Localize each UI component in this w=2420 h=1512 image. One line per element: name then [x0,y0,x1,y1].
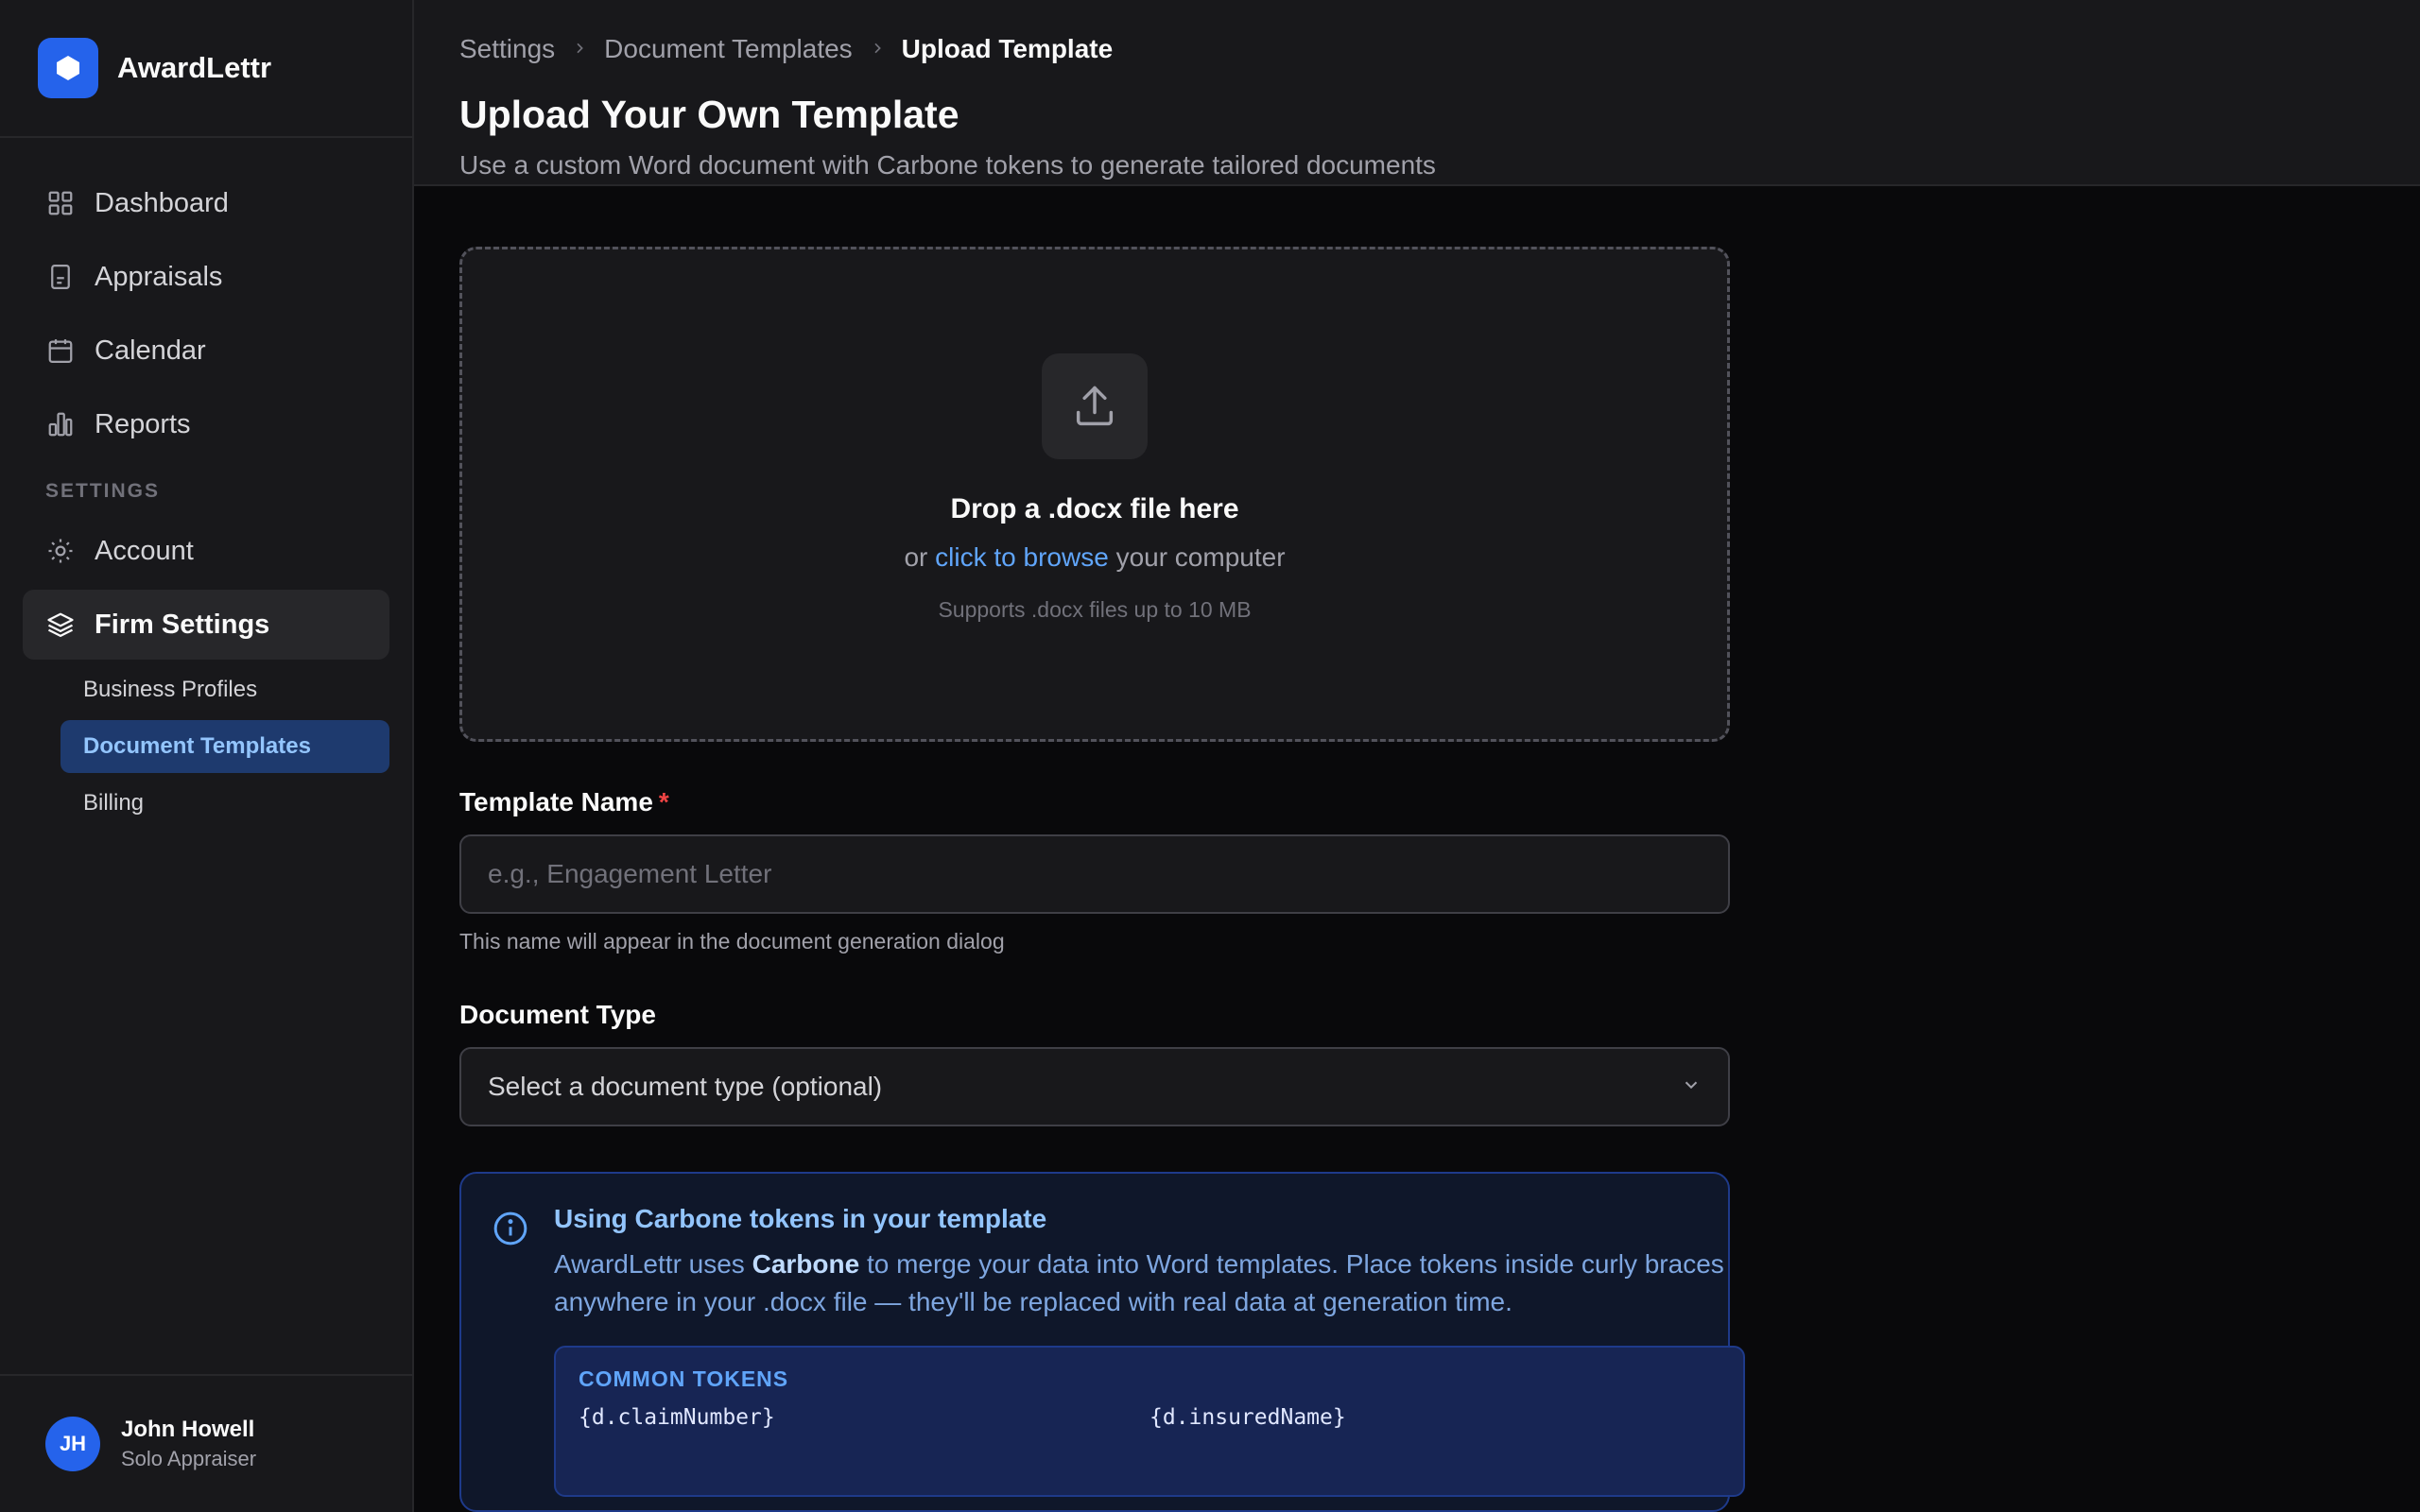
document-type-selected: Select a document type (optional) [488,1072,883,1101]
user-profile[interactable]: JH John Howell Solo Appraiser [0,1374,412,1512]
document-type-label: Document Type [459,1000,656,1029]
sidebar: AwardLettr Dashboard Appraisals Calendar [0,0,414,1512]
info-body: Using Carbone tokens in your template Aw… [554,1204,1745,1510]
info-text-bold: Carbone [752,1249,860,1279]
dropzone-note: Supports .docx files up to 10 MB [938,597,1252,622]
template-name-input[interactable] [459,834,1730,914]
chevron-down-icon [1681,1072,1702,1102]
nav-item-label: Reports [95,408,191,439]
tokens-title: COMMON TOKENS [579,1366,789,1391]
nav-item-calendar[interactable]: Calendar [23,316,389,386]
file-dropzone[interactable]: Drop a .docx file here or click to brows… [459,247,1730,742]
chevron-right-icon [572,36,587,62]
dropzone-suffix: your computer [1115,542,1286,572]
chevron-right-icon [870,36,885,62]
main-nav: Dashboard Appraisals Calendar Reports SE… [0,138,412,1374]
breadcrumb-current: Upload Template [901,34,1114,63]
nav-item-label: Calendar [95,335,206,366]
brand[interactable]: AwardLettr [0,0,412,138]
bar-chart-icon [45,409,76,439]
dropzone-instructions: or click to browse your computer [904,542,1285,573]
upload-form: Drop a .docx file here or click to brows… [414,186,2191,1512]
logo-icon [38,38,98,98]
token-list: {d.claimNumber} {d.insuredName} [579,1405,1720,1430]
template-name-label-text: Template Name [459,787,653,816]
info-title: Using Carbone tokens in your template [554,1204,1047,1233]
sub-item-billing[interactable]: Billing [60,777,389,830]
nav-item-appraisals[interactable]: Appraisals [23,242,389,312]
page-title: Upload Your Own Template [459,93,959,136]
token-item[interactable]: {d.claimNumber} [579,1405,1150,1430]
document-icon [45,262,76,292]
avatar: JH [45,1417,100,1471]
info-text-before: AwardLettr uses [554,1249,745,1279]
settings-section-label: SETTINGS [45,480,161,502]
page-header: Settings Document Templates Upload Templ… [414,0,2420,186]
firm-settings-subnav: Business Profiles Document Templates Bil… [23,663,389,830]
nav-item-firm-settings[interactable]: Firm Settings [23,590,389,660]
gear-icon [45,536,76,566]
page-subtitle: Use a custom Word document with Carbone … [459,150,1436,180]
info-icon [492,1204,537,1510]
user-role: Solo Appraiser [121,1447,257,1470]
token-item[interactable]: {d.insuredName} [1150,1405,1720,1430]
sub-item-document-templates[interactable]: Document Templates [60,720,389,773]
nav-item-label: Dashboard [95,187,229,218]
dropzone-title: Drop a .docx file here [950,493,1239,524]
nav-item-label: Firm Settings [95,609,270,640]
breadcrumb: Settings Document Templates Upload Templ… [459,26,2375,72]
app-root: AwardLettr Dashboard Appraisals Calendar [0,0,2420,1512]
browse-link[interactable]: click to browse [935,542,1109,572]
brand-name: AwardLettr [117,51,272,84]
nav-item-account[interactable]: Account [23,516,389,586]
main-area: Settings Document Templates Upload Templ… [414,0,2420,1512]
template-name-label: Template Name * [459,787,1730,817]
template-name-field: Template Name* This name will appear in … [459,787,1730,954]
template-name-hint: This name will appear in the document ge… [459,929,1005,954]
nav-item-label: Account [95,535,194,566]
nav-item-reports[interactable]: Reports [23,389,389,459]
document-type-select[interactable]: Select a document type (optional) [459,1047,1730,1126]
breadcrumb-settings[interactable]: Settings [459,34,555,64]
document-type-field: Document Type Select a document type (op… [459,1000,1730,1126]
calendar-icon [45,335,76,366]
required-mark: * [658,787,669,816]
carbone-info-panel: Using Carbone tokens in your template Aw… [459,1172,1745,1512]
info-text: AwardLettr uses Carbone to merge your da… [554,1246,1745,1321]
grid-icon [45,188,76,218]
nav-item-dashboard[interactable]: Dashboard [23,168,389,238]
user-name: John Howell [121,1417,255,1442]
upload-icon [1042,353,1148,459]
common-tokens-box: COMMON TOKENS {d.claimNumber} {d.insured… [554,1346,1745,1497]
sub-item-business-profiles[interactable]: Business Profiles [60,663,389,716]
dropzone-prefix: or [904,542,928,572]
nav-item-label: Appraisals [95,261,223,292]
layers-icon [45,610,76,640]
breadcrumb-document-templates[interactable]: Document Templates [604,34,853,64]
user-info: John Howell Solo Appraiser [121,1417,256,1471]
